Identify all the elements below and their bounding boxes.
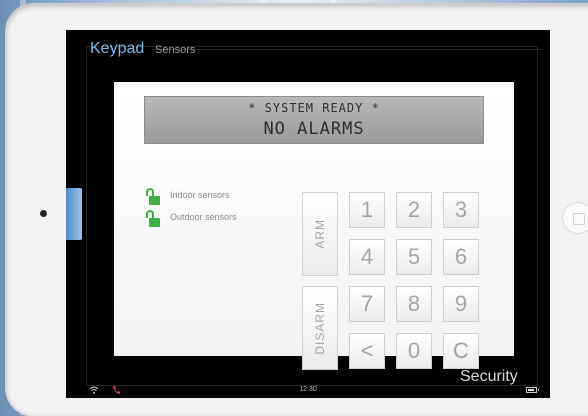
lcd-alarm-line: NO ALARMS bbox=[263, 119, 365, 139]
status-bar: 12:30 bbox=[66, 384, 550, 398]
sensor-label: Indoor sensors bbox=[170, 190, 230, 200]
camera-icon bbox=[40, 210, 47, 217]
unlocked-padlock-icon bbox=[146, 210, 160, 228]
key-7[interactable]: 7 bbox=[349, 286, 385, 322]
key-backspace[interactable]: < bbox=[349, 333, 385, 369]
home-button[interactable] bbox=[562, 202, 588, 234]
app-screen: Keypad Sensors * SYSTEM READY * NO ALARM… bbox=[66, 30, 550, 398]
arm-button[interactable]: ARM bbox=[302, 192, 338, 276]
battery-icon bbox=[526, 387, 537, 393]
side-drawer-handle[interactable] bbox=[66, 188, 82, 240]
key-5[interactable]: 5 bbox=[396, 239, 432, 275]
keypad-panel: * SYSTEM READY * NO ALARMS Indoor sensor… bbox=[114, 82, 514, 370]
key-0[interactable]: 0 bbox=[396, 333, 432, 369]
disarm-button-label: DISARM bbox=[313, 301, 327, 355]
key-2[interactable]: 2 bbox=[396, 192, 432, 228]
arm-button-label: ARM bbox=[313, 219, 327, 249]
status-clock: 12:30 bbox=[299, 386, 317, 393]
tab-sensors[interactable]: Sensors bbox=[155, 44, 195, 56]
lcd-status-line: * SYSTEM READY * bbox=[248, 101, 380, 115]
key-clear[interactable]: C bbox=[443, 333, 479, 369]
key-4[interactable]: 4 bbox=[349, 239, 385, 275]
battery-fill bbox=[528, 389, 534, 391]
key-1[interactable]: 1 bbox=[349, 192, 385, 228]
unlocked-padlock-icon bbox=[146, 188, 160, 206]
key-3[interactable]: 3 bbox=[443, 192, 479, 228]
key-8[interactable]: 8 bbox=[396, 286, 432, 322]
lcd-display: * SYSTEM READY * NO ALARMS bbox=[144, 96, 484, 144]
header-divider bbox=[152, 49, 542, 50]
disarm-button[interactable]: DISARM bbox=[302, 286, 338, 370]
battery-tip bbox=[538, 389, 539, 391]
sensor-label: Outdoor sensors bbox=[170, 212, 237, 222]
key-6[interactable]: 6 bbox=[443, 239, 479, 275]
home-square-icon bbox=[573, 213, 585, 225]
key-9[interactable]: 9 bbox=[443, 286, 479, 322]
tab-keypad[interactable]: Keypad bbox=[90, 40, 144, 58]
